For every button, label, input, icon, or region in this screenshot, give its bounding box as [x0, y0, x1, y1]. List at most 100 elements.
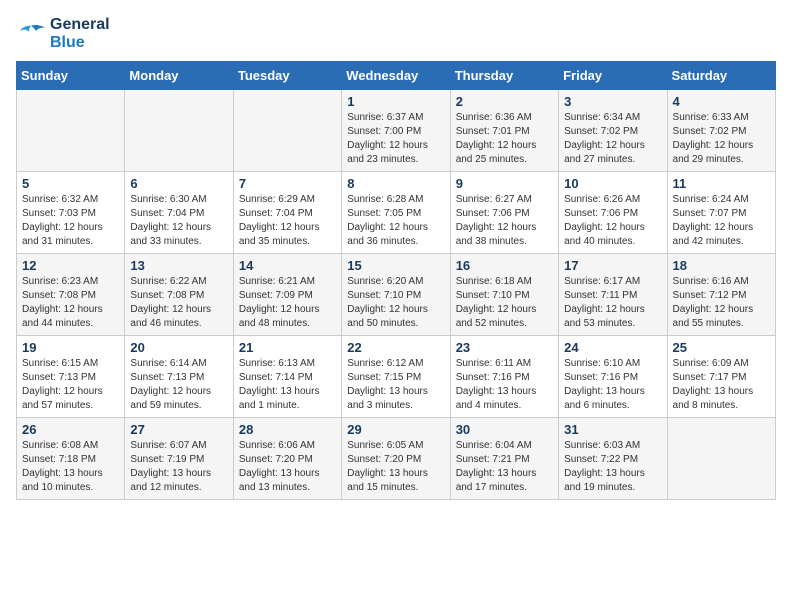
calendar-cell: 4 Sunrise: 6:33 AMSunset: 7:02 PMDaylight…: [667, 90, 775, 172]
calendar-cell: 25 Sunrise: 6:09 AMSunset: 7:17 PMDayligh…: [667, 336, 775, 418]
day-info: Sunrise: 6:04 AMSunset: 7:21 PMDaylight:…: [456, 439, 553, 495]
page-header: General Blue: [16, 16, 776, 51]
calendar-week-row: 1 Sunrise: 6:37 AMSunset: 7:00 PMDaylight…: [17, 90, 776, 172]
calendar-cell: 30 Sunrise: 6:04 AMSunset: 7:21 PMDayligh…: [450, 418, 558, 500]
day-info: Sunrise: 6:16 AMSunset: 7:12 PMDaylight:…: [673, 275, 770, 331]
weekday-header-thursday: Thursday: [450, 62, 558, 90]
weekday-header-friday: Friday: [559, 62, 667, 90]
day-info: Sunrise: 6:33 AMSunset: 7:02 PMDaylight:…: [673, 111, 770, 167]
calendar-week-row: 26 Sunrise: 6:08 AMSunset: 7:18 PMDayligh…: [17, 418, 776, 500]
day-info: Sunrise: 6:03 AMSunset: 7:22 PMDaylight:…: [564, 439, 661, 495]
calendar-cell: 18 Sunrise: 6:16 AMSunset: 7:12 PMDayligh…: [667, 254, 775, 336]
logo-bird-icon: [16, 22, 46, 46]
day-info: Sunrise: 6:29 AMSunset: 7:04 PMDaylight:…: [239, 193, 336, 249]
day-info: Sunrise: 6:06 AMSunset: 7:20 PMDaylight:…: [239, 439, 336, 495]
calendar-cell: 1 Sunrise: 6:37 AMSunset: 7:00 PMDaylight…: [342, 90, 450, 172]
day-info: Sunrise: 6:27 AMSunset: 7:06 PMDaylight:…: [456, 193, 553, 249]
day-number: 20: [130, 340, 227, 355]
calendar-cell: 21 Sunrise: 6:13 AMSunset: 7:14 PMDayligh…: [233, 336, 341, 418]
day-number: 27: [130, 422, 227, 437]
day-number: 18: [673, 258, 770, 273]
day-number: 16: [456, 258, 553, 273]
logo: General Blue: [16, 16, 110, 51]
day-number: 24: [564, 340, 661, 355]
calendar-cell: 26 Sunrise: 6:08 AMSunset: 7:18 PMDayligh…: [17, 418, 125, 500]
day-number: 29: [347, 422, 444, 437]
day-number: 10: [564, 176, 661, 191]
calendar-table: SundayMondayTuesdayWednesdayThursdayFrid…: [16, 61, 776, 500]
day-number: 15: [347, 258, 444, 273]
day-info: Sunrise: 6:12 AMSunset: 7:15 PMDaylight:…: [347, 357, 444, 413]
calendar-week-row: 19 Sunrise: 6:15 AMSunset: 7:13 PMDayligh…: [17, 336, 776, 418]
day-info: Sunrise: 6:23 AMSunset: 7:08 PMDaylight:…: [22, 275, 119, 331]
day-number: 4: [673, 94, 770, 109]
day-number: 12: [22, 258, 119, 273]
day-info: Sunrise: 6:28 AMSunset: 7:05 PMDaylight:…: [347, 193, 444, 249]
day-info: Sunrise: 6:20 AMSunset: 7:10 PMDaylight:…: [347, 275, 444, 331]
day-number: 31: [564, 422, 661, 437]
calendar-cell: 28 Sunrise: 6:06 AMSunset: 7:20 PMDayligh…: [233, 418, 341, 500]
day-number: 7: [239, 176, 336, 191]
calendar-cell: 12 Sunrise: 6:23 AMSunset: 7:08 PMDayligh…: [17, 254, 125, 336]
calendar-cell: 7 Sunrise: 6:29 AMSunset: 7:04 PMDaylight…: [233, 172, 341, 254]
day-info: Sunrise: 6:30 AMSunset: 7:04 PMDaylight:…: [130, 193, 227, 249]
day-number: 19: [22, 340, 119, 355]
day-info: Sunrise: 6:18 AMSunset: 7:10 PMDaylight:…: [456, 275, 553, 331]
day-info: Sunrise: 6:10 AMSunset: 7:16 PMDaylight:…: [564, 357, 661, 413]
day-number: 17: [564, 258, 661, 273]
calendar-cell: 24 Sunrise: 6:10 AMSunset: 7:16 PMDayligh…: [559, 336, 667, 418]
calendar-cell: 5 Sunrise: 6:32 AMSunset: 7:03 PMDaylight…: [17, 172, 125, 254]
calendar-cell: [667, 418, 775, 500]
calendar-week-row: 5 Sunrise: 6:32 AMSunset: 7:03 PMDaylight…: [17, 172, 776, 254]
calendar-cell: 11 Sunrise: 6:24 AMSunset: 7:07 PMDayligh…: [667, 172, 775, 254]
day-number: 26: [22, 422, 119, 437]
calendar-cell: 14Sunrise: 6:21 AMSunset: 7:09 PMDayligh…: [233, 254, 341, 336]
day-number: 11: [673, 176, 770, 191]
day-info: Sunrise: 6:13 AMSunset: 7:14 PMDaylight:…: [239, 357, 336, 413]
calendar-header: SundayMondayTuesdayWednesdayThursdayFrid…: [17, 62, 776, 90]
calendar-cell: 17 Sunrise: 6:17 AMSunset: 7:11 PMDayligh…: [559, 254, 667, 336]
day-number: 1: [347, 94, 444, 109]
weekday-header-saturday: Saturday: [667, 62, 775, 90]
day-number: 9: [456, 176, 553, 191]
calendar-week-row: 12 Sunrise: 6:23 AMSunset: 7:08 PMDayligh…: [17, 254, 776, 336]
day-number: 22: [347, 340, 444, 355]
day-number: 25: [673, 340, 770, 355]
calendar-cell: 9 Sunrise: 6:27 AMSunset: 7:06 PMDaylight…: [450, 172, 558, 254]
day-info: Sunrise: 6:24 AMSunset: 7:07 PMDaylight:…: [673, 193, 770, 249]
day-info: Sunrise: 6:08 AMSunset: 7:18 PMDaylight:…: [22, 439, 119, 495]
calendar-cell: 10Sunrise: 6:26 AMSunset: 7:06 PMDayligh…: [559, 172, 667, 254]
day-info: Sunrise: 6:15 AMSunset: 7:13 PMDaylight:…: [22, 357, 119, 413]
calendar-cell: [233, 90, 341, 172]
calendar-cell: 22 Sunrise: 6:12 AMSunset: 7:15 PMDayligh…: [342, 336, 450, 418]
day-number: 8: [347, 176, 444, 191]
day-number: 28: [239, 422, 336, 437]
day-info: Sunrise: 6:11 AMSunset: 7:16 PMDaylight:…: [456, 357, 553, 413]
calendar-cell: 20Sunrise: 6:14 AMSunset: 7:13 PMDayligh…: [125, 336, 233, 418]
calendar-cell: 3Sunrise: 6:34 AMSunset: 7:02 PMDaylight…: [559, 90, 667, 172]
calendar-body: 1 Sunrise: 6:37 AMSunset: 7:00 PMDaylight…: [17, 90, 776, 500]
day-info: Sunrise: 6:36 AMSunset: 7:01 PMDaylight:…: [456, 111, 553, 167]
weekday-header-sunday: Sunday: [17, 62, 125, 90]
calendar-cell: 27Sunrise: 6:07 AMSunset: 7:19 PMDayligh…: [125, 418, 233, 500]
calendar-cell: 8 Sunrise: 6:28 AMSunset: 7:05 PMDaylight…: [342, 172, 450, 254]
weekday-header-row: SundayMondayTuesdayWednesdayThursdayFrid…: [17, 62, 776, 90]
calendar-cell: [17, 90, 125, 172]
day-info: Sunrise: 6:37 AMSunset: 7:00 PMDaylight:…: [347, 111, 444, 167]
day-number: 3: [564, 94, 661, 109]
day-number: 23: [456, 340, 553, 355]
day-info: Sunrise: 6:05 AMSunset: 7:20 PMDaylight:…: [347, 439, 444, 495]
day-number: 13: [130, 258, 227, 273]
day-number: 5: [22, 176, 119, 191]
day-number: 21: [239, 340, 336, 355]
day-info: Sunrise: 6:21 AMSunset: 7:09 PMDaylight:…: [239, 275, 336, 331]
calendar-cell: 31 Sunrise: 6:03 AMSunset: 7:22 PMDayligh…: [559, 418, 667, 500]
weekday-header-monday: Monday: [125, 62, 233, 90]
day-info: Sunrise: 6:32 AMSunset: 7:03 PMDaylight:…: [22, 193, 119, 249]
day-number: 30: [456, 422, 553, 437]
day-info: Sunrise: 6:17 AMSunset: 7:11 PMDaylight:…: [564, 275, 661, 331]
day-info: Sunrise: 6:09 AMSunset: 7:17 PMDaylight:…: [673, 357, 770, 413]
calendar-cell: 15 Sunrise: 6:20 AMSunset: 7:10 PMDayligh…: [342, 254, 450, 336]
calendar-cell: 6Sunrise: 6:30 AMSunset: 7:04 PMDaylight…: [125, 172, 233, 254]
calendar-cell: [125, 90, 233, 172]
